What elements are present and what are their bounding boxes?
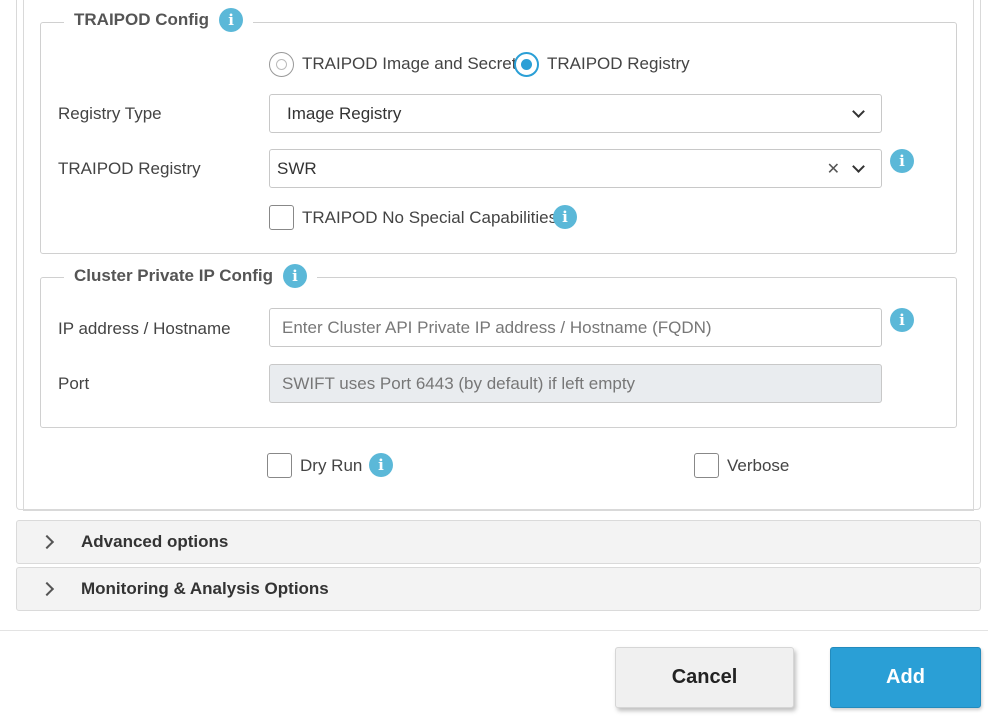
- info-icon[interactable]: i: [283, 264, 308, 288]
- traipod-config-title: TRAIPOD Config: [74, 10, 210, 29]
- cluster-private-ip-title: Cluster Private IP Config: [74, 266, 274, 285]
- cancel-button[interactable]: Cancel: [615, 647, 794, 708]
- chevron-right-icon: [39, 581, 55, 597]
- chevron-down-icon: [852, 104, 865, 118]
- radio-traipod-registry[interactable]: [514, 52, 539, 77]
- cluster-private-ip-legend: Cluster Private IP Config i: [64, 264, 318, 288]
- info-icon[interactable]: i: [219, 8, 244, 32]
- radio-traipod-image-and-secret[interactable]: [269, 52, 294, 77]
- dry-run-checkbox[interactable]: [267, 453, 292, 478]
- ip-address-label: IP address / Hostname: [58, 319, 231, 338]
- traipod-registry-value: SWR: [277, 158, 317, 178]
- cluster-private-ip-fieldset: [40, 277, 957, 428]
- radio-label-registry: TRAIPOD Registry: [547, 54, 690, 73]
- accordion-title: Advanced options: [81, 532, 229, 551]
- traipod-registry-label: TRAIPOD Registry: [58, 159, 201, 178]
- port-input[interactable]: [269, 364, 882, 403]
- add-button[interactable]: Add: [830, 647, 981, 708]
- verbose-checkbox[interactable]: [694, 453, 719, 478]
- registry-type-select[interactable]: Image Registry: [269, 94, 882, 133]
- port-label: Port: [58, 374, 90, 393]
- info-icon[interactable]: i: [890, 308, 914, 332]
- registry-type-value: Image Registry: [287, 103, 402, 123]
- traipod-config-legend: TRAIPOD Config i: [64, 8, 254, 32]
- no-special-capabilities-label: TRAIPOD No Special Capabilities: [302, 208, 558, 227]
- accordion-monitoring-analysis[interactable]: Monitoring & Analysis Options: [16, 567, 981, 611]
- footer-divider: [0, 630, 988, 631]
- no-special-capabilities-checkbox[interactable]: [269, 205, 294, 230]
- chevron-down-icon: [852, 159, 865, 173]
- info-icon[interactable]: i: [369, 453, 393, 477]
- info-icon[interactable]: i: [890, 149, 914, 173]
- ip-address-input[interactable]: [269, 308, 882, 347]
- verbose-label: Verbose: [727, 456, 790, 475]
- close-icon[interactable]: ✕: [827, 159, 840, 179]
- radio-label-image-and-secret: TRAIPOD Image and Secret: [302, 54, 517, 73]
- accordion-title: Monitoring & Analysis Options: [81, 579, 329, 598]
- dry-run-label: Dry Run: [300, 456, 363, 475]
- accordion-advanced-options[interactable]: Advanced options: [16, 520, 981, 564]
- info-icon[interactable]: i: [553, 205, 577, 229]
- registry-type-label: Registry Type: [58, 104, 162, 123]
- traipod-registry-select[interactable]: SWR ✕: [269, 149, 882, 188]
- chevron-right-icon: [39, 534, 55, 550]
